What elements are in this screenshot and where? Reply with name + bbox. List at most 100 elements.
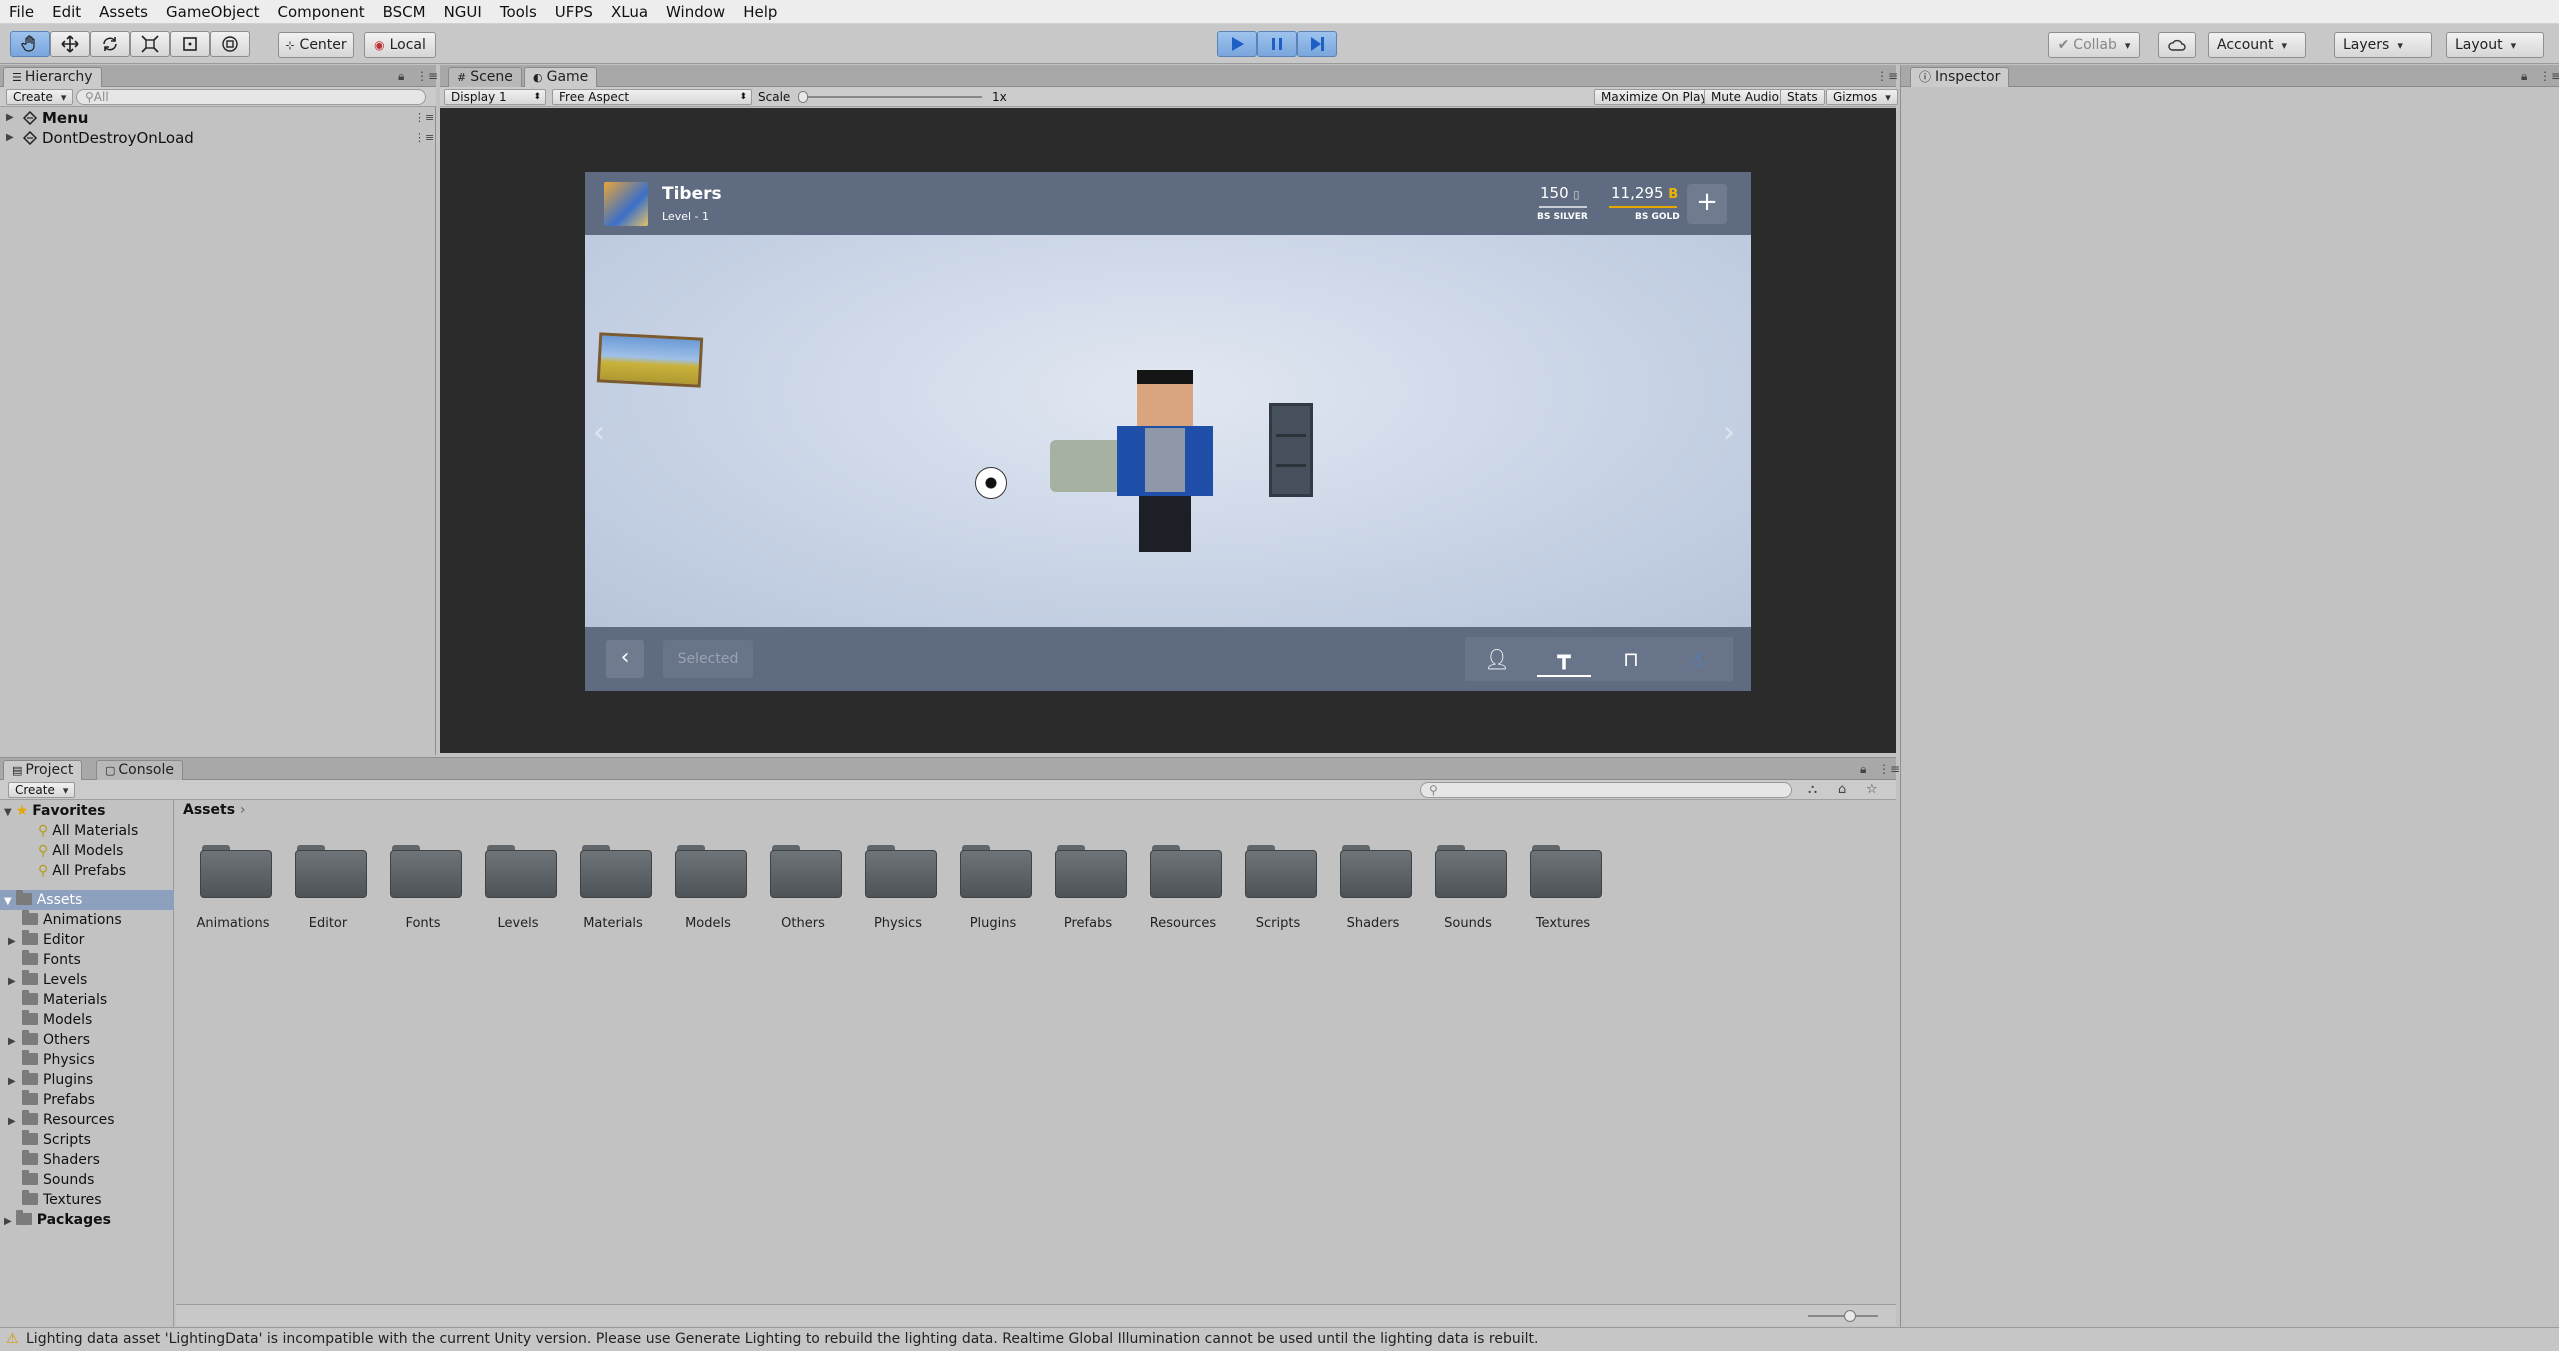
asset-tree-item-levels[interactable]: ▶ Levels bbox=[8, 970, 87, 990]
icon-size-slider-handle[interactable] bbox=[1844, 1310, 1856, 1322]
folder-prefabs[interactable]: Prefabs bbox=[1048, 842, 1128, 942]
menu-bscm[interactable]: BSCM bbox=[374, 0, 435, 24]
lock-icon[interactable]: 🔒︎ bbox=[2521, 69, 2527, 84]
scene-left-arrow-icon[interactable]: ‹ bbox=[593, 415, 605, 450]
scene-right-arrow-icon[interactable]: › bbox=[1723, 415, 1735, 450]
asset-tree-item-physics[interactable]: Physics bbox=[22, 1050, 95, 1070]
tab-hierarchy[interactable]: ☰ Hierarchy bbox=[3, 67, 102, 87]
menu-ufps[interactable]: UFPS bbox=[546, 0, 602, 24]
pivot-local-toggle[interactable]: ◉ Local bbox=[364, 32, 436, 58]
hierarchy-create-button[interactable]: Create bbox=[6, 89, 74, 105]
asset-tree-item-resources[interactable]: ▶ Resources bbox=[8, 1110, 115, 1130]
panel-menu-icon[interactable]: ⋮≡ bbox=[1876, 69, 1898, 83]
game-viewport[interactable]: Tibers Level - 1 150 ▯ BS SILVER 11,295 … bbox=[440, 108, 1896, 753]
player-avatar[interactable] bbox=[604, 182, 648, 226]
hierarchy-search-input[interactable]: ⚲All bbox=[76, 89, 426, 105]
gizmos-dropdown[interactable]: Gizmos bbox=[1826, 89, 1898, 105]
game-3d-scene[interactable]: ‹ › bbox=[585, 235, 1751, 627]
folder-materials[interactable]: Materials bbox=[573, 842, 653, 942]
tab-project[interactable]: ▤ Project bbox=[3, 760, 83, 780]
aspect-dropdown[interactable]: Free Aspect ⬍ bbox=[552, 89, 752, 105]
play-button[interactable] bbox=[1217, 31, 1257, 57]
folder-levels[interactable]: Levels bbox=[478, 842, 558, 942]
panel-menu-icon[interactable]: ⋮≡ bbox=[1878, 762, 1900, 776]
scale-tool-button[interactable] bbox=[130, 31, 170, 57]
collab-dropdown[interactable]: ✔ Collab bbox=[2048, 32, 2140, 58]
project-create-button[interactable]: Create bbox=[8, 782, 76, 798]
selected-button[interactable]: Selected bbox=[663, 640, 753, 678]
menu-window[interactable]: Window bbox=[657, 0, 734, 24]
rect-tool-button[interactable] bbox=[170, 31, 210, 57]
hand-tool-button[interactable] bbox=[10, 31, 50, 57]
tab-character[interactable]: 👤︎ bbox=[1470, 641, 1524, 677]
filter-type-icon[interactable]: ⛬ bbox=[1808, 782, 1817, 797]
rotate-tool-button[interactable] bbox=[90, 31, 130, 57]
packages-root[interactable]: ▶ Packages bbox=[4, 1210, 111, 1230]
display-dropdown[interactable]: Display 1 ⬍ bbox=[444, 89, 546, 105]
tab-shirt[interactable]: ┳ bbox=[1537, 641, 1591, 677]
panel-menu-icon[interactable]: ⋮≡ bbox=[416, 69, 438, 83]
hierarchy-item-menu[interactable]: ▶ Menu ⋮≡ bbox=[0, 108, 434, 128]
panel-menu-icon[interactable]: ⋮≡ bbox=[2539, 69, 2559, 83]
asset-tree-item-animations[interactable]: Animations bbox=[22, 910, 122, 930]
assets-root-selected[interactable]: ▼ Assets bbox=[0, 890, 174, 910]
tab-pants[interactable]: ⊓ bbox=[1604, 641, 1658, 677]
favorite-item-all-materials[interactable]: ⚲ All Materials bbox=[38, 821, 138, 841]
folder-physics[interactable]: Physics bbox=[858, 842, 938, 942]
tab-game[interactable]: ◐ Game bbox=[524, 67, 598, 87]
icon-size-slider-track[interactable] bbox=[1808, 1315, 1878, 1317]
menu-ngui[interactable]: NGUI bbox=[435, 0, 491, 24]
asset-tree-item-shaders[interactable]: Shaders bbox=[22, 1150, 100, 1170]
menu-component[interactable]: Component bbox=[269, 0, 374, 24]
hierarchy-item-dontdestroyonload[interactable]: ▶ DontDestroyOnLoad ⋮≡ bbox=[0, 128, 434, 148]
folder-fonts[interactable]: Fonts bbox=[383, 842, 463, 942]
folder-others[interactable]: Others bbox=[763, 842, 843, 942]
asset-tree-item-others[interactable]: ▶ Others bbox=[8, 1030, 90, 1050]
breadcrumb[interactable]: Assets › bbox=[183, 802, 246, 818]
asset-tree-item-textures[interactable]: Textures bbox=[22, 1190, 102, 1210]
tab-console[interactable]: ▢ Console bbox=[96, 760, 183, 780]
move-tool-button[interactable] bbox=[50, 31, 90, 57]
asset-tree-item-fonts[interactable]: Fonts bbox=[22, 950, 81, 970]
scale-slider-handle[interactable] bbox=[798, 91, 808, 103]
mute-audio-toggle[interactable]: Mute Audio bbox=[1704, 89, 1786, 105]
tab-scene[interactable]: # Scene bbox=[448, 67, 522, 87]
transform-tool-button[interactable] bbox=[210, 31, 250, 57]
asset-tree-item-editor[interactable]: ▶ Editor bbox=[8, 930, 84, 950]
menu-tools[interactable]: Tools bbox=[491, 0, 546, 24]
add-currency-button[interactable]: + bbox=[1687, 184, 1727, 224]
menu-assets[interactable]: Assets bbox=[90, 0, 157, 24]
scene-menu-icon[interactable]: ⋮≡ bbox=[414, 108, 434, 128]
menu-edit[interactable]: Edit bbox=[43, 0, 90, 24]
pause-button[interactable] bbox=[1257, 31, 1297, 57]
folder-models[interactable]: Models bbox=[668, 842, 748, 942]
account-dropdown[interactable]: Account bbox=[2208, 32, 2306, 58]
asset-tree-item-plugins[interactable]: ▶ Plugins bbox=[8, 1070, 93, 1090]
asset-tree-item-materials[interactable]: Materials bbox=[22, 990, 107, 1010]
favorite-item-all-prefabs[interactable]: ⚲ All Prefabs bbox=[38, 861, 126, 881]
menu-xlua[interactable]: XLua bbox=[602, 0, 657, 24]
menu-gameobject[interactable]: GameObject bbox=[157, 0, 269, 24]
maximize-on-play-toggle[interactable]: Maximize On Play bbox=[1594, 89, 1715, 105]
lock-icon[interactable]: 🔒︎ bbox=[1860, 762, 1866, 777]
folder-resources[interactable]: Resources bbox=[1143, 842, 1223, 942]
status-bar[interactable]: ⚠ Lighting data asset 'LightingData' is … bbox=[0, 1327, 2559, 1351]
project-search-input[interactable]: ⚲ bbox=[1420, 782, 1792, 798]
folder-scripts[interactable]: Scripts bbox=[1238, 842, 1318, 942]
layout-dropdown[interactable]: Layout bbox=[2446, 32, 2544, 58]
menu-file[interactable]: File bbox=[0, 0, 43, 24]
asset-tree-item-sounds[interactable]: Sounds bbox=[22, 1170, 94, 1190]
pivot-center-toggle[interactable]: ⊹ Center bbox=[278, 32, 354, 58]
scale-slider-track[interactable] bbox=[798, 96, 982, 98]
asset-tree-item-prefabs[interactable]: Prefabs bbox=[22, 1090, 95, 1110]
back-button[interactable]: ‹ bbox=[606, 640, 644, 678]
step-button[interactable] bbox=[1297, 31, 1337, 57]
folder-editor[interactable]: Editor bbox=[288, 842, 368, 942]
folder-plugins[interactable]: Plugins bbox=[953, 842, 1033, 942]
asset-tree-item-models[interactable]: Models bbox=[22, 1010, 92, 1030]
filter-label-icon[interactable]: ⌂ bbox=[1838, 782, 1846, 797]
stats-toggle[interactable]: Stats bbox=[1780, 89, 1825, 105]
folder-sounds[interactable]: Sounds bbox=[1428, 842, 1508, 942]
cloud-button[interactable] bbox=[2158, 32, 2196, 58]
favorite-item-all-models[interactable]: ⚲ All Models bbox=[38, 841, 123, 861]
